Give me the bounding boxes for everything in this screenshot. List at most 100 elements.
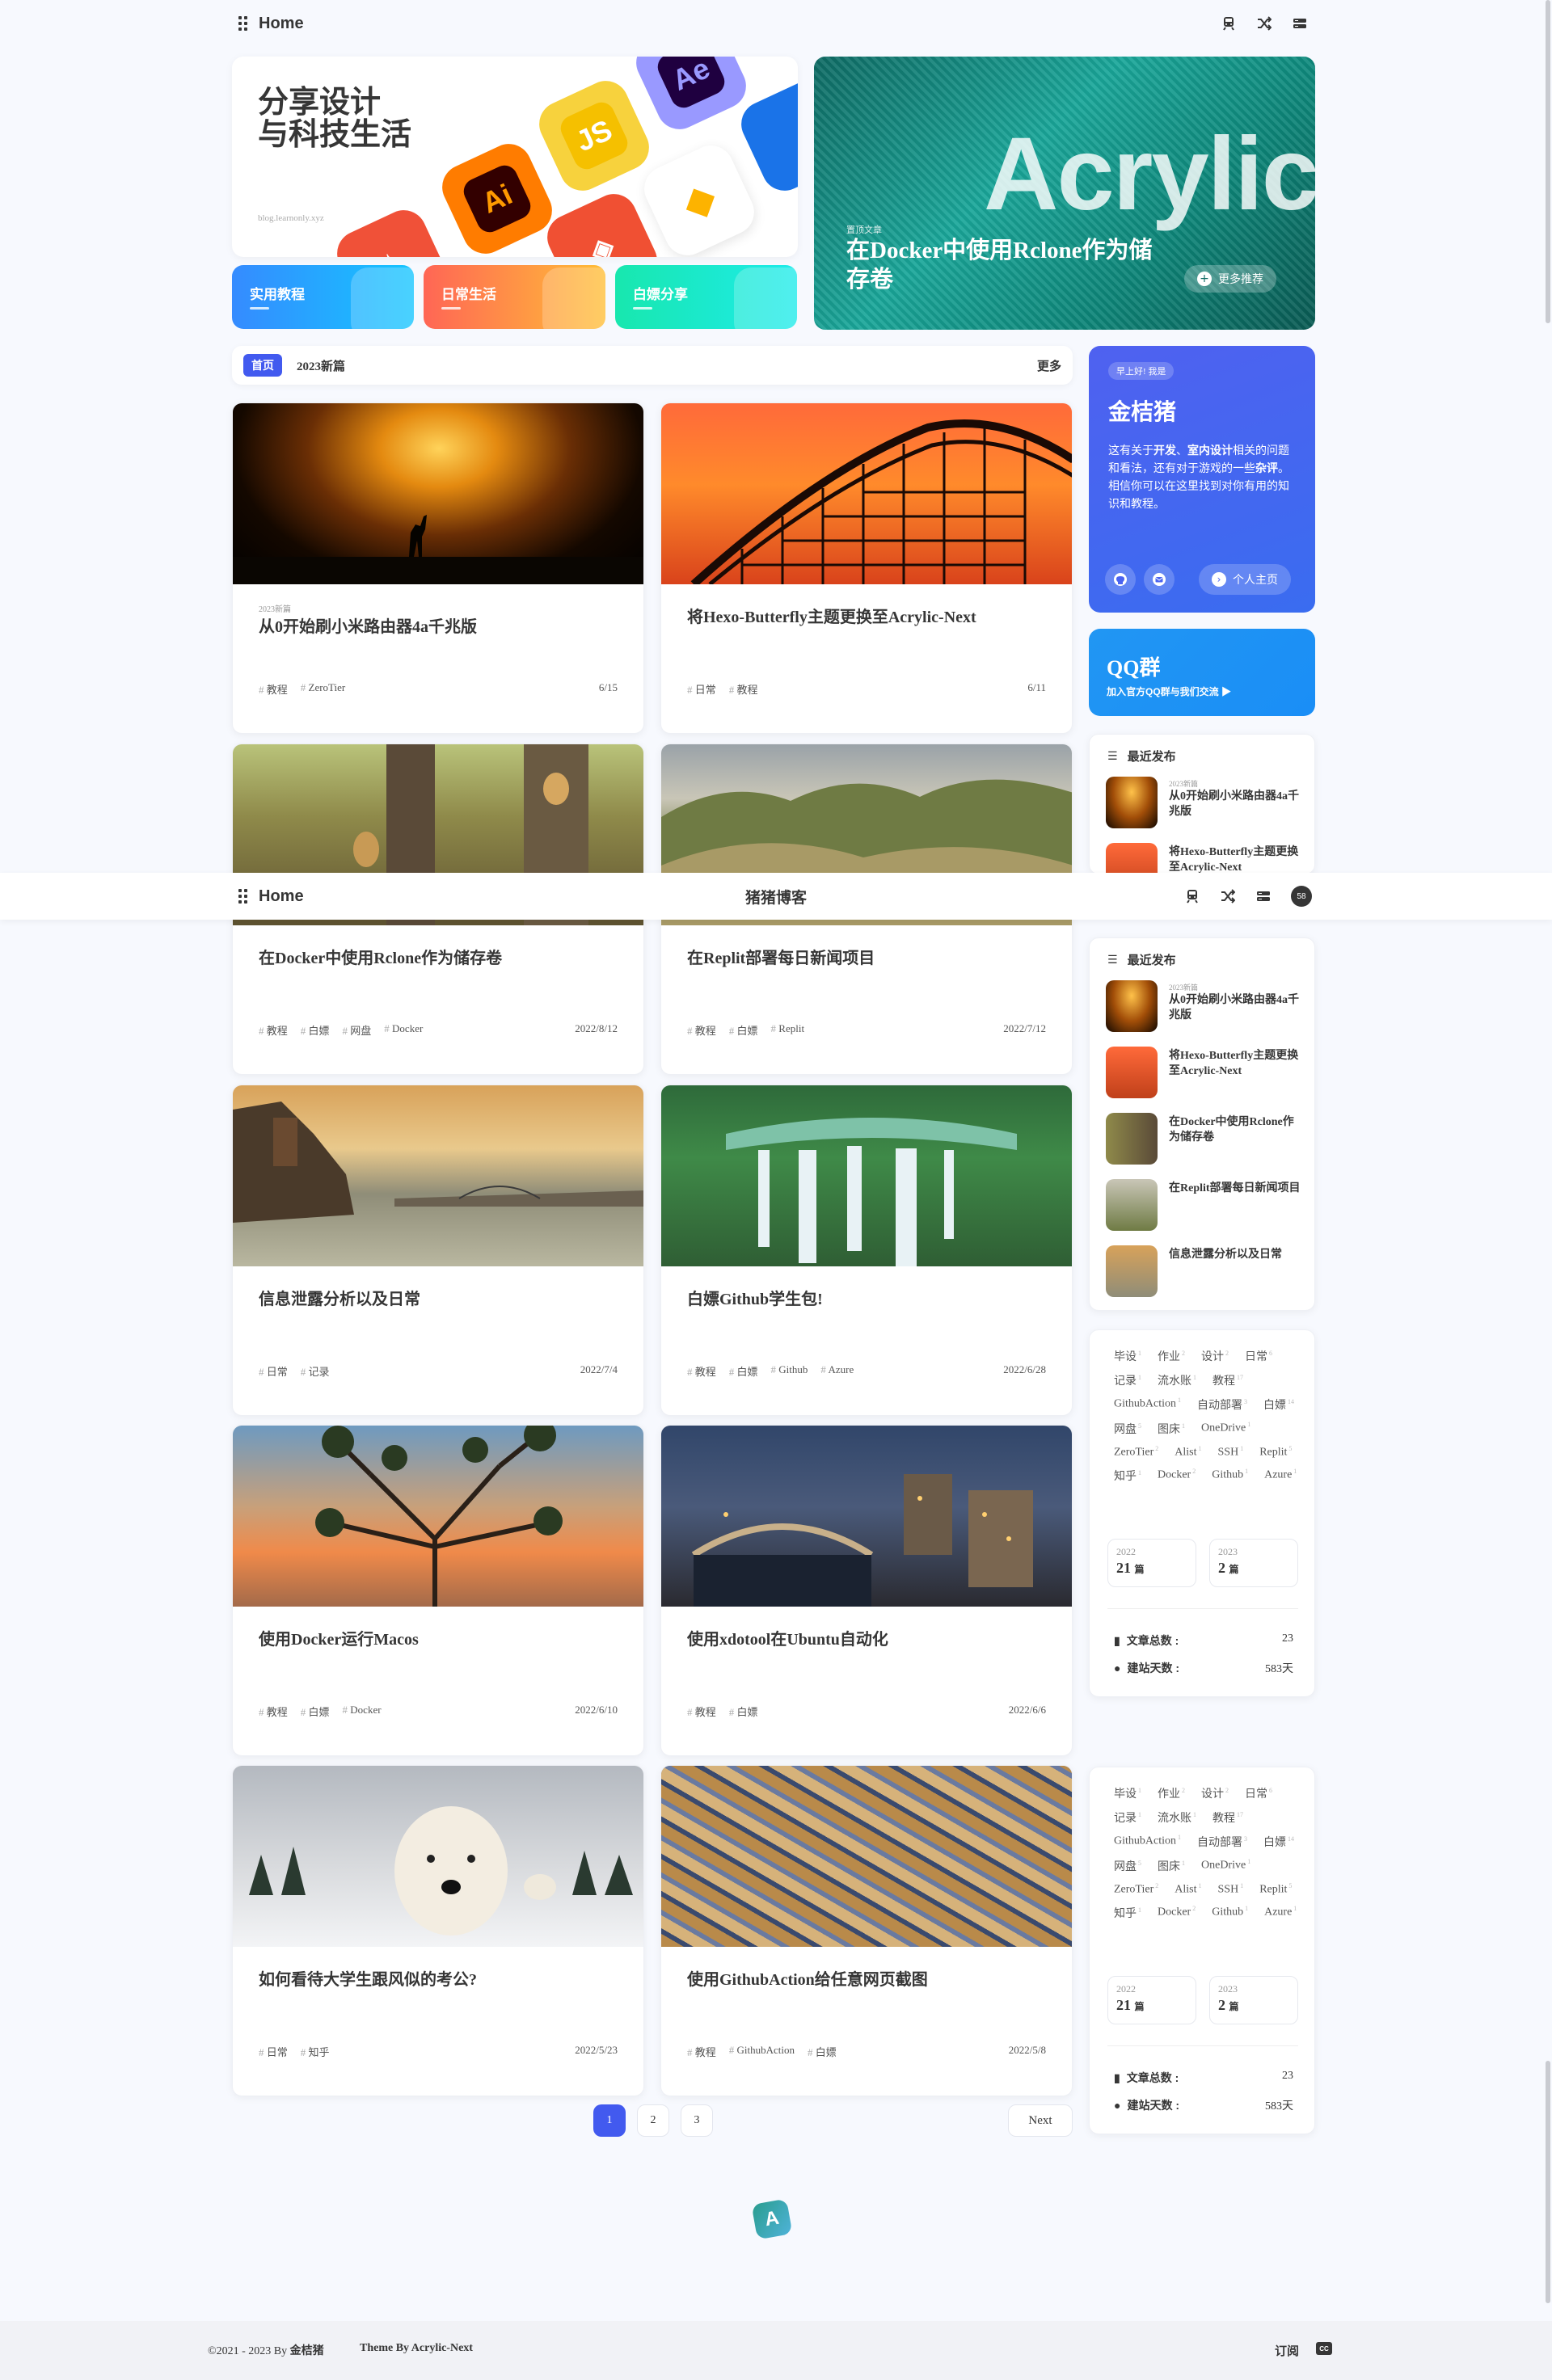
tag-cloud-item[interactable]: 作业 2	[1158, 1348, 1185, 1364]
archive-year-2022[interactable]: 2022 21 篇	[1107, 1539, 1196, 1587]
post-tag[interactable]: Replit	[771, 1022, 804, 1038]
tag-cloud-item[interactable]: 设计 2	[1201, 1348, 1229, 1364]
page-3-button[interactable]: 3	[681, 2104, 713, 2137]
tag-cloud-item[interactable]: SSH 1	[1218, 1882, 1244, 1897]
post-card[interactable]: 使用GithubAction给任意网页截图 教程 GithubAction 白嫖…	[660, 1765, 1073, 2096]
tag-cloud-item[interactable]: Azure 1	[1264, 1905, 1297, 1921]
tab-2023-new[interactable]: 2023新篇	[297, 357, 345, 374]
featured-title[interactable]: 在Docker中使用Rclone作为储存卷	[846, 236, 1170, 294]
email-icon[interactable]	[1144, 564, 1175, 595]
post-tag[interactable]: 日常	[259, 1363, 288, 1379]
tag-cloud-item[interactable]: 记录 1	[1114, 1809, 1141, 1826]
category-daily-button[interactable]: 日常生活	[424, 265, 605, 329]
tag-cloud-item[interactable]: 流水账 1	[1158, 1809, 1196, 1826]
tag-cloud-item[interactable]: 网盘 5	[1114, 1858, 1141, 1874]
tag-cloud-item[interactable]: Docker 2	[1158, 1468, 1196, 1484]
tag-cloud-item[interactable]: Azure 1	[1264, 1468, 1297, 1484]
tag-cloud-item[interactable]: 知乎 1	[1114, 1905, 1141, 1921]
tag-cloud-item[interactable]: 日常 6	[1245, 1348, 1272, 1364]
rss-link[interactable]: 订阅	[1275, 2342, 1299, 2359]
post-tag[interactable]: 教程	[687, 2044, 716, 2059]
footer-theme-link[interactable]: Theme By Acrylic-Next	[360, 2342, 473, 2355]
archive-year-2023[interactable]: 2023 2 篇	[1209, 1976, 1298, 2024]
recent-post-item[interactable]: 将Hexo-Butterfly主题更换至Acrylic-Next	[1106, 1047, 1303, 1098]
next-page-button[interactable]: Next	[1008, 2104, 1073, 2137]
site-logo[interactable]: A	[751, 2198, 793, 2240]
more-recommend-button[interactable]: + 更多推荐	[1184, 265, 1276, 293]
github-icon[interactable]	[1105, 564, 1136, 595]
tag-cloud-item[interactable]: 图床 1	[1158, 1858, 1185, 1874]
post-tag[interactable]: 网盘	[343, 1022, 371, 1038]
home-link[interactable]: Home	[238, 15, 304, 33]
tag-cloud-item[interactable]: 网盘 5	[1114, 1421, 1141, 1437]
tag-cloud-item[interactable]: 自动部署 3	[1197, 1396, 1247, 1413]
page-2-button[interactable]: 2	[637, 2104, 669, 2137]
post-tag[interactable]: 记录	[301, 1363, 330, 1379]
tab-home[interactable]: 首页	[243, 354, 282, 377]
tag-cloud-item[interactable]: 图床 1	[1158, 1421, 1185, 1437]
post-tag[interactable]: 知乎	[301, 2044, 330, 2059]
shuffle-icon[interactable]	[1220, 888, 1236, 904]
post-tag[interactable]: 白嫖	[729, 1363, 758, 1379]
post-title[interactable]: 白嫖Github学生包!	[687, 1286, 1051, 1309]
post-tag[interactable]: 白嫖	[301, 1022, 330, 1038]
post-tag[interactable]: 日常	[687, 681, 716, 697]
home-link[interactable]: Home	[238, 887, 304, 906]
post-title[interactable]: 使用xdotool在Ubuntu自动化	[687, 1626, 1051, 1649]
scrollbar-thumb[interactable]	[1546, 0, 1550, 323]
tag-cloud-item[interactable]: GithubAction 1	[1114, 1834, 1181, 1850]
archive-year-2023[interactable]: 2023 2 篇	[1209, 1539, 1298, 1587]
page-1-button[interactable]: 1	[593, 2104, 626, 2137]
recent-post-item[interactable]: 信息泄露分析以及日常	[1106, 1245, 1303, 1297]
post-tag[interactable]: 教程	[687, 1363, 716, 1379]
post-title[interactable]: 将Hexo-Butterfly主题更换至Acrylic-Next	[687, 604, 1051, 627]
post-card[interactable]: 信息泄露分析以及日常 日常 记录 2022/7/4	[232, 1085, 644, 1416]
tag-cloud-item[interactable]: 日常 6	[1245, 1785, 1272, 1801]
tag-cloud-item[interactable]: Alist 1	[1175, 1445, 1201, 1460]
post-title[interactable]: 在Docker中使用Rclone作为储存卷	[259, 945, 622, 968]
post-card[interactable]: 使用xdotool在Ubuntu自动化 教程 白嫖 2022/6/6	[660, 1425, 1073, 1756]
post-tag[interactable]: 白嫖	[729, 1704, 758, 1719]
post-tag[interactable]: Docker	[343, 1704, 381, 1719]
post-tag[interactable]: 白嫖	[301, 1704, 330, 1719]
tag-cloud-item[interactable]: 教程 17	[1212, 1372, 1243, 1388]
tag-cloud-item[interactable]: Replit 5	[1259, 1445, 1292, 1460]
post-title[interactable]: 使用GithubAction给任意网页截图	[687, 1966, 1051, 1990]
subway-icon[interactable]	[1221, 15, 1237, 32]
tag-cloud-item[interactable]: Github 1	[1212, 1905, 1248, 1921]
post-tag[interactable]: Docker	[384, 1022, 423, 1038]
recent-post-item[interactable]: 将Hexo-Butterfly主题更换至Acrylic-Next	[1106, 843, 1303, 874]
tag-cloud-item[interactable]: 白嫖 14	[1263, 1834, 1294, 1850]
featured-post-card[interactable]: Acrylic 置顶文章 在Docker中使用Rclone作为储存卷 + 更多推…	[814, 57, 1315, 330]
recent-post-item[interactable]: 2023新篇 从0开始刷小米路由器4a千兆版	[1106, 777, 1303, 828]
tag-cloud-item[interactable]: 白嫖 14	[1263, 1396, 1294, 1413]
tag-cloud-item[interactable]: Replit 5	[1259, 1882, 1292, 1897]
subway-icon[interactable]	[1184, 888, 1200, 904]
tag-cloud-item[interactable]: 作业 2	[1158, 1785, 1185, 1801]
tag-cloud-item[interactable]: ZeroTier 2	[1114, 1445, 1158, 1460]
post-tag[interactable]: 白嫖	[808, 2044, 837, 2059]
post-tag[interactable]: 教程	[259, 1704, 288, 1719]
recent-post-item[interactable]: 在Docker中使用Rclone作为储存卷	[1106, 1113, 1303, 1165]
category-tutorials-button[interactable]: 实用教程	[232, 265, 414, 329]
tag-cloud-item[interactable]: GithubAction 1	[1114, 1396, 1181, 1413]
tag-cloud-item[interactable]: 记录 1	[1114, 1372, 1141, 1388]
post-tag[interactable]: 教程	[259, 681, 288, 697]
post-tag[interactable]: ZeroTier	[301, 681, 346, 697]
cc-license-icon[interactable]: CC	[1316, 2342, 1332, 2355]
post-tag[interactable]: GithubAction	[729, 2044, 795, 2059]
post-tag[interactable]: 日常	[259, 2044, 288, 2059]
post-tag[interactable]: 教程	[687, 1022, 716, 1038]
hero-slogan-card[interactable]: 分享设计 与科技生活 blog.learnonly.xyz ✦ Ai JS Ae…	[232, 57, 798, 257]
post-tag[interactable]: Azure	[820, 1363, 854, 1379]
scrollbar-thumb[interactable]	[1546, 2061, 1550, 2303]
shuffle-icon[interactable]	[1256, 15, 1272, 32]
tag-cloud-item[interactable]: Github 1	[1212, 1468, 1248, 1484]
post-card[interactable]: 如何看待大学生跟风似的考公? 日常 知乎 2022/5/23	[232, 1765, 644, 2096]
tag-cloud-item[interactable]: Docker 2	[1158, 1905, 1196, 1921]
post-tag[interactable]: 白嫖	[729, 1022, 758, 1038]
tag-cloud-item[interactable]: 知乎 1	[1114, 1468, 1141, 1484]
post-card[interactable]: 将Hexo-Butterfly主题更换至Acrylic-Next 日常 教程 6…	[660, 402, 1073, 734]
tag-cloud-item[interactable]: ZeroTier 2	[1114, 1882, 1158, 1897]
post-title[interactable]: 信息泄露分析以及日常	[259, 1286, 622, 1309]
